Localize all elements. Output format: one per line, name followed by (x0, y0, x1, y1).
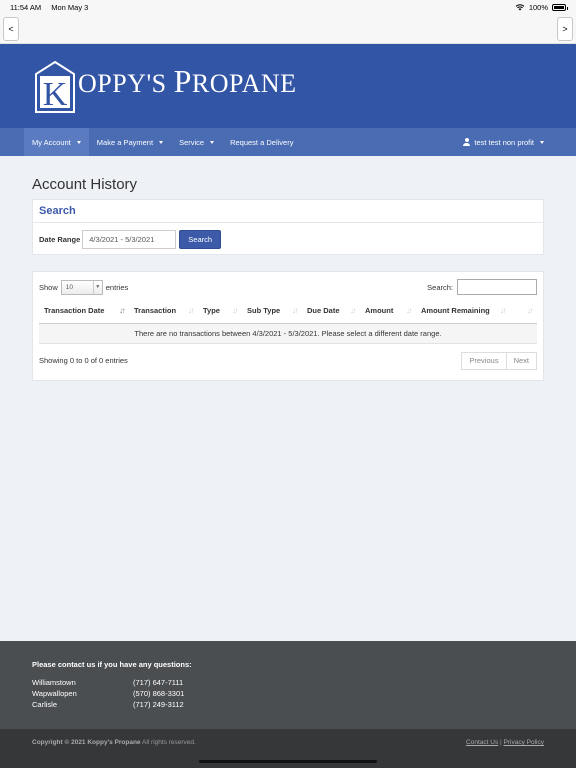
wifi-icon (515, 3, 525, 10)
search-button[interactable]: Search (179, 229, 222, 249)
link-separator: | (500, 739, 502, 746)
main-content: Account History Search Date Range 4/3/20… (32, 176, 544, 381)
nav-request-a-delivery[interactable]: Request a Delivery (222, 128, 301, 156)
browser-toolbar: < > (0, 14, 576, 44)
phone-number[interactable]: (717) 249-3112 (133, 700, 184, 709)
search-heading: Search (39, 205, 76, 217)
column-transaction[interactable]: Transaction ↓↑ (129, 299, 198, 324)
transactions-table: Transaction Date ↓↑ Transaction ↓↑ Type ↓↑ … (39, 299, 537, 344)
table-search: Search: (427, 279, 537, 295)
page-title: Account History (32, 176, 138, 193)
column-actions[interactable]: ↓↑ (510, 299, 537, 324)
site-footer: Please contact us if you have any questi… (0, 641, 576, 729)
table-info: Showing 0 to 0 of 0 entries (39, 356, 128, 365)
status-time: 11:54 AM (10, 2, 42, 12)
column-due-date[interactable]: Due Date ↓↑ (302, 299, 360, 324)
location-row: Carlisle (717) 249-3112 (32, 700, 184, 709)
table-search-input[interactable] (457, 279, 537, 295)
sort-icon: ↓↑ (500, 306, 507, 315)
brand-name: KOPPY'S PROPANE (78, 63, 297, 100)
caret-down-icon (540, 140, 544, 144)
contact-us-link[interactable]: Contact Us (466, 739, 498, 746)
empty-message: There are no transactions between 4/3/20… (39, 323, 537, 344)
location-row: Wapwallopen (570) 868-3301 (32, 689, 185, 698)
logo-initial: K (43, 76, 68, 113)
sort-icon: ↓↑ (406, 306, 413, 315)
battery-percent: 100% (528, 2, 548, 12)
sort-icon: ↓↑ (527, 306, 534, 315)
status-bar: 11:54 AM Mon May 3 100% (0, 0, 576, 14)
column-type[interactable]: Type ↓↑ (198, 299, 242, 324)
back-button[interactable]: < (3, 17, 19, 41)
caret-down-icon (159, 140, 164, 144)
column-amount[interactable]: Amount ↓↑ (360, 299, 416, 324)
entries-select[interactable]: 10 ▼ (60, 279, 103, 295)
column-transaction-date[interactable]: Transaction Date ↓↑ (39, 299, 129, 324)
sort-icon: ↓↑ (188, 306, 195, 315)
privacy-policy-link[interactable]: Privacy Policy (504, 739, 544, 746)
caret-down-icon (210, 140, 215, 144)
user-icon (463, 138, 471, 146)
transactions-panel: Show 10 ▼ entries Search: Transaction Da… (32, 271, 544, 381)
phone-number[interactable]: (717) 647-7111 (133, 678, 183, 687)
user-menu[interactable]: test test non profit (463, 128, 544, 156)
copyright-text: Copyright © 2021 Koppy's Propane All rig… (32, 739, 196, 746)
table-row: There are no transactions between 4/3/20… (39, 323, 537, 344)
next-button[interactable]: Next (506, 351, 537, 370)
home-indicator[interactable] (199, 760, 377, 763)
user-name: test test non profit (474, 137, 534, 147)
logo-house-icon: K (34, 60, 76, 114)
nav-make-a-payment[interactable]: Make a Payment (89, 128, 171, 156)
phone-number[interactable]: (570) 868-3301 (133, 689, 184, 698)
search-panel: Search Date Range 4/3/2021 - 5/3/2021 Se… (32, 199, 544, 255)
main-navigation: My Account Make a Payment Service Reques… (0, 128, 576, 156)
show-entries: Show 10 ▼ entries (39, 279, 128, 295)
brand-name-part2-initial: P (173, 63, 192, 99)
nav-service[interactable]: Service (171, 128, 222, 156)
sort-icon: ↓↑ (292, 306, 299, 315)
brand-name-part1: OPPY'S (78, 69, 174, 98)
forward-button[interactable]: > (557, 17, 573, 41)
sort-icon: ↓↑ (232, 306, 239, 315)
brand-name-part2: ROPANE (191, 69, 297, 98)
contact-title: Please contact us if you have any questi… (32, 660, 192, 669)
caret-down-icon (76, 140, 81, 144)
sort-icon: ↓↑ (119, 306, 126, 315)
column-sub-type[interactable]: Sub Type ↓↑ (242, 299, 302, 324)
site-header: K KOPPY'S PROPANE (0, 44, 576, 128)
date-range-label: Date Range (39, 234, 81, 244)
previous-button[interactable]: Previous (461, 351, 507, 370)
brand-logo[interactable]: K KOPPY'S PROPANE (34, 60, 297, 114)
column-amount-remaining[interactable]: Amount Remaining ↓↑ (416, 299, 510, 324)
chevron-down-icon: ▼ (92, 280, 102, 294)
pagination: Previous Next (461, 351, 537, 370)
nav-my-account[interactable]: My Account (24, 128, 89, 156)
date-range-input[interactable]: 4/3/2021 - 5/3/2021 (82, 229, 177, 249)
battery-icon (552, 3, 568, 11)
location-row: Williamstown (717) 647-7111 (32, 678, 184, 687)
status-date: Mon May 3 (51, 2, 89, 12)
sort-icon: ↓↑ (350, 306, 357, 315)
